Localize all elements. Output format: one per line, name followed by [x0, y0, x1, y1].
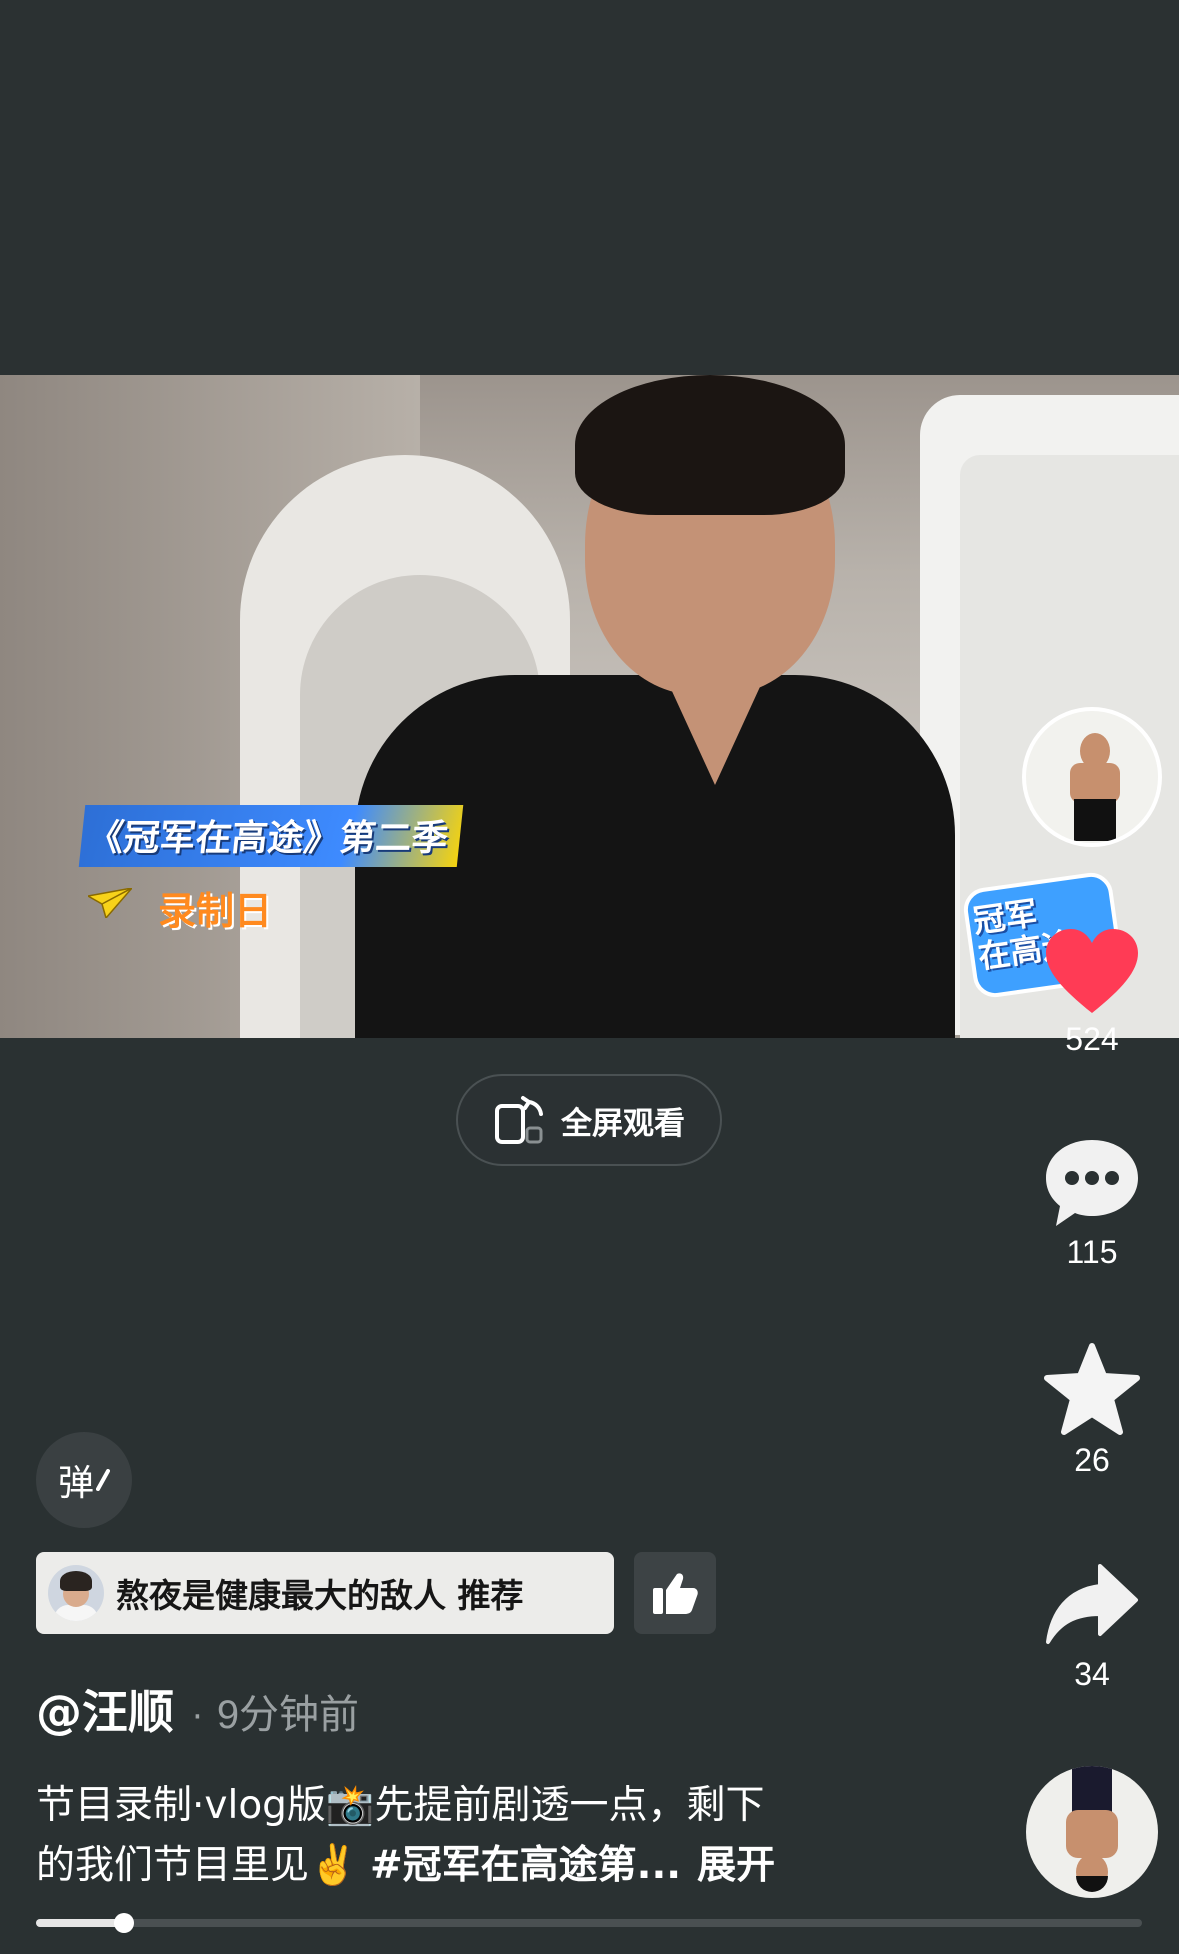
disc-figure-legs [1072, 1766, 1112, 1812]
share-action[interactable]: 34 [1030, 1560, 1154, 1693]
separator-dot: · [192, 1697, 203, 1737]
heart-icon [1046, 929, 1138, 1013]
description-line-1: 节目录制·vlog版📸先提前剧透一点，剩下 [36, 1783, 765, 1828]
favorite-count: 26 [1074, 1442, 1110, 1478]
fullscreen-button[interactable]: 全屏观看 [456, 1074, 722, 1166]
comment-action[interactable]: 115 [1030, 1136, 1154, 1271]
creator-avatar[interactable] [1022, 707, 1162, 847]
hashtag-link[interactable]: #冠军在高途第... [370, 1843, 681, 1888]
recommender-avatar-hair [60, 1571, 92, 1591]
progress-handle[interactable] [114, 1913, 135, 1933]
disc-figure-torso [1066, 1810, 1118, 1858]
like-action[interactable]: 524 [1030, 925, 1154, 1058]
comment-count: 115 [1066, 1234, 1118, 1270]
video-overlay-subtitle: 录制日 [158, 889, 273, 933]
recommend-text: 熬夜是健康最大的敌人 推荐 [116, 1576, 524, 1615]
avatar-legs [1074, 799, 1116, 841]
video-progress-bar[interactable] [36, 1913, 1142, 1933]
share-count: 34 [1074, 1656, 1110, 1692]
post-time: 9分钟前 [216, 1693, 360, 1737]
description-line-2-text: 的我们节目里见✌️ [36, 1843, 370, 1888]
top-blank-area [0, 0, 1179, 375]
video-person-hair [575, 375, 845, 515]
video-overlay-title: 《冠军在高途》第二季 [78, 805, 464, 867]
avatar-torso [1070, 763, 1120, 803]
danmu-toggle-button[interactable]: 弹 [36, 1432, 132, 1528]
description-line-2: 的我们节目里见✌️ #冠军在高途第... 展开 [36, 1836, 896, 1896]
recommender-avatar [48, 1565, 104, 1621]
progress-fill [36, 1919, 125, 1927]
recommend-like-button[interactable] [634, 1552, 716, 1634]
danmu-label: 弹 [57, 1463, 94, 1504]
author-handle[interactable]: @汪顺 [36, 1676, 174, 1742]
favorite-action[interactable]: 26 [1030, 1342, 1154, 1479]
video-description[interactable]: 节目录制·vlog版📸先提前剧透一点，剩下 的我们节目里见✌️ #冠军在高途第.… [36, 1776, 896, 1896]
disc-figure-hair [1076, 1876, 1108, 1892]
recommend-banner[interactable]: 熬夜是健康最大的敌人 推荐 [36, 1552, 614, 1634]
share-arrow-icon [1046, 1564, 1138, 1644]
expand-button[interactable]: 展开 [697, 1843, 775, 1888]
paper-plane-icon [88, 888, 132, 918]
recommender-avatar-shirt [54, 1605, 98, 1621]
comment-icon [1046, 1140, 1138, 1226]
rotate-phone-icon [495, 1096, 543, 1144]
like-count: 524 [1065, 1021, 1119, 1057]
fullscreen-label: 全屏观看 [561, 1105, 685, 1142]
author-row: @汪顺 · 9分钟前 [36, 1676, 359, 1742]
thumbs-up-icon [653, 1573, 698, 1614]
star-icon [1044, 1343, 1140, 1435]
music-disc-avatar[interactable] [1026, 1766, 1158, 1898]
danmu-slash-icon [96, 1469, 110, 1491]
